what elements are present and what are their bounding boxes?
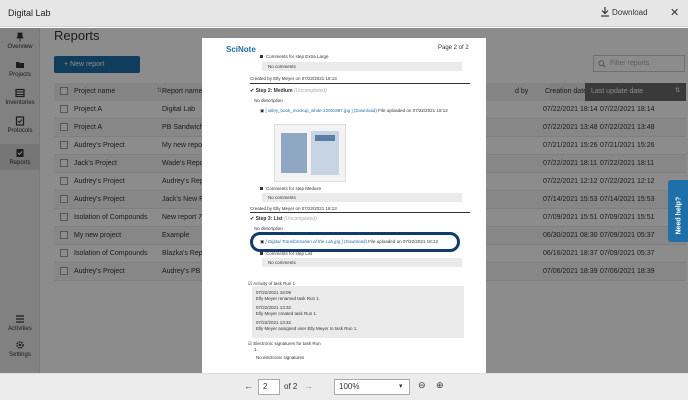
activity-box: 07/22/2021 18:09 Elly Meyer renamed task… — [252, 286, 464, 338]
no-esignatures-text: No electronic signatures — [256, 355, 305, 360]
page-count: of 2 — [284, 382, 298, 391]
step-check-icon: ✔ — [250, 216, 255, 222]
activity-time: 07/22/2021 13:32 — [256, 320, 292, 325]
esignature-number: 1. — [254, 347, 258, 352]
esignature-title: Electronic signatures for task Run — [253, 341, 321, 346]
step-3-name: Step 3: List — [255, 216, 283, 222]
download-icon[interactable] — [600, 6, 610, 18]
activity-text: Elly Meyer created task Run 1. — [256, 311, 318, 316]
comment-bullet-icon — [260, 187, 263, 190]
activity-time: 07/22/2021 13:32 — [256, 305, 292, 310]
zoom-value: 100% — [339, 382, 360, 391]
chevron-down-icon: ▾ — [399, 383, 403, 390]
activity-text: Elly Meyer assigned user Elly Meyer to t… — [256, 326, 358, 331]
no-description-text: No description — [254, 98, 283, 103]
divider — [250, 212, 470, 213]
step-3-state: (Uncompleted) — [283, 216, 317, 222]
page-number-input[interactable]: 2 — [258, 379, 280, 395]
comments-label: Comments for step Medium — [266, 186, 322, 191]
image-file-icon: ▣ — [260, 108, 265, 113]
next-page-icon[interactable]: → — [304, 381, 313, 391]
step-2-title: ✔ Step 2: Medium (Uncompleted) — [250, 88, 327, 94]
need-help-button[interactable]: Need help? — [668, 180, 688, 242]
activity-text: Elly Meyer renamed task Run 1. — [256, 296, 321, 301]
report-preview-page: SciNote Page 2 of 2 Comments for step Ex… — [202, 38, 486, 380]
comment-bullet-icon — [260, 252, 263, 255]
step-2-download-link[interactable]: (Download) — [354, 108, 377, 113]
comments-label: Comments for step Extra Large — [266, 54, 329, 59]
no-comments-text: No comments — [268, 260, 296, 265]
comments-heading: Comments for step Medium — [260, 186, 321, 191]
comments-box: No comments — [262, 258, 462, 267]
no-comments-text: No comments — [268, 195, 296, 200]
created-by-text: Created by Elly Meyer on 07/22/2021 18:1… — [250, 76, 337, 81]
checkbox-icon: ☑ — [248, 341, 253, 346]
need-help-label: Need help? — [675, 196, 683, 235]
step-check-icon: ✔ — [250, 88, 255, 94]
step-2-state: (Uncompleted) — [293, 88, 327, 94]
esignature-heading: ☑ Electronic signatures for task Run — [248, 341, 321, 347]
step-2-uploaded-text: File uploaded on 07/22/2021 18:12 — [378, 108, 448, 113]
comments-box: No comments — [262, 193, 462, 202]
zoom-out-icon[interactable]: ⊖ — [418, 380, 426, 391]
comments-heading: Comments for step Extra Large — [260, 54, 329, 59]
step-2-name: Step 2: Medium — [255, 88, 293, 94]
no-comments-text: No comments — [268, 64, 296, 69]
scinote-logo: SciNote — [226, 45, 256, 54]
comment-bullet-icon — [260, 55, 263, 58]
zoom-in-icon[interactable]: ⊕ — [436, 380, 444, 391]
step-3-title: ✔ Step 3: List (Uncompleted) — [250, 216, 317, 222]
activity-time: 07/22/2021 18:09 — [256, 290, 292, 295]
comments-box: No comments — [262, 62, 462, 71]
created-by-text: Created by Elly Meyer on 07/22/2021 18:1… — [250, 206, 337, 211]
window-title: Digital Lab — [8, 8, 51, 18]
pdf-toolbar: ← 2 of 2 → 100% ▾ ⊖ ⊕ — [0, 373, 688, 400]
step-2-file-name[interactable]: [ wiley_book_mockup_white-2200x897.jpg ] — [266, 108, 353, 113]
step-2-attachment: ▣ [ wiley_book_mockup_white-2200x897.jpg… — [260, 108, 448, 114]
attachment-thumbnail[interactable] — [274, 124, 346, 182]
download-button[interactable]: Download — [612, 8, 648, 17]
comments-heading: Comments for step List — [260, 251, 312, 256]
zoom-select[interactable]: 100% ▾ — [334, 379, 410, 395]
no-description-text: No description — [254, 226, 283, 231]
window-titlebar: Digital Lab Download ✕ — [0, 0, 688, 27]
highlight-annotation-ring — [250, 232, 460, 252]
prev-page-icon[interactable]: ← — [244, 381, 253, 391]
close-icon[interactable]: ✕ — [670, 6, 679, 19]
comments-label: Comments for step List — [266, 251, 313, 256]
divider — [250, 83, 470, 84]
page-indicator: Page 2 of 2 — [438, 45, 469, 51]
